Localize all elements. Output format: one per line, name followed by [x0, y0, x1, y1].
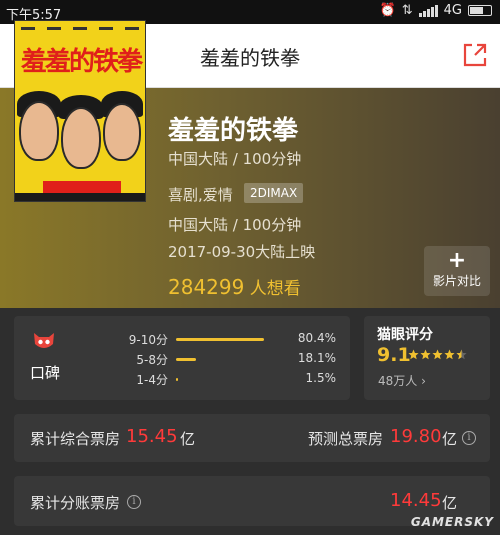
star-icon [408, 349, 419, 360]
rating-bar-fill [176, 338, 265, 341]
star-icon [420, 349, 431, 360]
poster-figure-right [103, 103, 141, 161]
poster-credits [15, 25, 145, 33]
rating-range: 1-4分 [136, 373, 168, 387]
format-tag: 2DIMAX [244, 183, 304, 203]
rating-row: 1-4分 1.5% [110, 370, 340, 388]
poster-figure-left [19, 101, 59, 161]
maoyan-score-label: 猫眼评分 [377, 327, 433, 343]
chevron-right-icon: › [421, 374, 426, 388]
rating-percent: 80.4% [297, 331, 336, 345]
rating-range: 5-8分 [136, 353, 168, 367]
split-box-office-value: 14.45 [390, 490, 442, 511]
movie-release-date: 2017-09-30大陆上映 [168, 243, 316, 261]
compare-button[interactable]: + 影片对比 [424, 246, 490, 296]
rating-row: 5-8分 18.1% [110, 350, 340, 368]
status-icons: ⏰ ⇅ 4G [380, 3, 492, 18]
rating-range: 9-10分 [128, 333, 168, 347]
star-half-icon [456, 349, 467, 360]
info-icon[interactable]: i [462, 431, 476, 445]
word-of-mouth-label: 口碑 [30, 364, 61, 382]
maoyan-score: 9.1 [377, 344, 411, 366]
split-box-office-label: 累计分账票房 [30, 494, 121, 512]
split-box-office-unit: 亿 [442, 494, 458, 512]
rating-bar-track [176, 378, 286, 381]
cat-face-icon [34, 333, 54, 348]
total-box-office-value: 15.45 [126, 426, 178, 447]
rating-row: 9-10分 80.4% [110, 330, 340, 348]
poster-figure-middle [61, 107, 101, 169]
total-box-office-label: 累计综合票房 [30, 430, 121, 448]
signal-icon [418, 4, 438, 17]
poster-bottom-bar [15, 193, 145, 201]
total-box-office-unit: 亿 [180, 430, 196, 448]
rating-percent: 1.5% [305, 371, 337, 385]
predicted-box-office-label: 预测总票房 [308, 430, 384, 448]
plus-icon: + [447, 248, 467, 273]
predicted-box-office-unit: 亿 [442, 430, 458, 448]
watermark-logo: GAMERSKY [410, 515, 494, 529]
rating-bar-track [176, 338, 286, 341]
battery-icon [468, 5, 492, 16]
info-icon[interactable]: i [127, 495, 141, 509]
movie-genres: 喜剧,爱情 [168, 186, 233, 204]
vibrate-icon: ⇅ [401, 3, 413, 18]
want-label: 人想看 [249, 279, 301, 299]
rating-bar-track [176, 358, 286, 361]
share-icon[interactable] [460, 40, 490, 70]
movie-region-duration-2: 中国大陆 / 100分钟 [168, 216, 302, 234]
movie-title: 羞羞的铁拳 [168, 116, 299, 146]
maoyan-count-value: 48万人 [378, 374, 418, 388]
movie-poster[interactable]: 羞羞的铁拳 [14, 20, 146, 202]
want-count: 284299 [168, 275, 245, 299]
star-rating [408, 349, 467, 360]
predicted-box-office-value: 19.80 [390, 426, 442, 447]
maoyan-rating-count[interactable]: 48万人 › [378, 372, 426, 389]
want-to-see: 284299 人想看 [168, 274, 301, 299]
rating-percent: 18.1% [297, 351, 336, 365]
poster-title: 羞羞的铁拳 [21, 47, 143, 77]
alarm-icon: ⏰ [379, 3, 396, 18]
star-icon [444, 349, 455, 360]
rating-bar-fill [176, 378, 179, 381]
compare-label: 影片对比 [432, 274, 481, 288]
movie-region-duration: 中国大陆 / 100分钟 [168, 150, 302, 168]
rating-bar-fill [176, 358, 196, 361]
star-icon [432, 349, 443, 360]
network-type: 4G [443, 3, 462, 18]
